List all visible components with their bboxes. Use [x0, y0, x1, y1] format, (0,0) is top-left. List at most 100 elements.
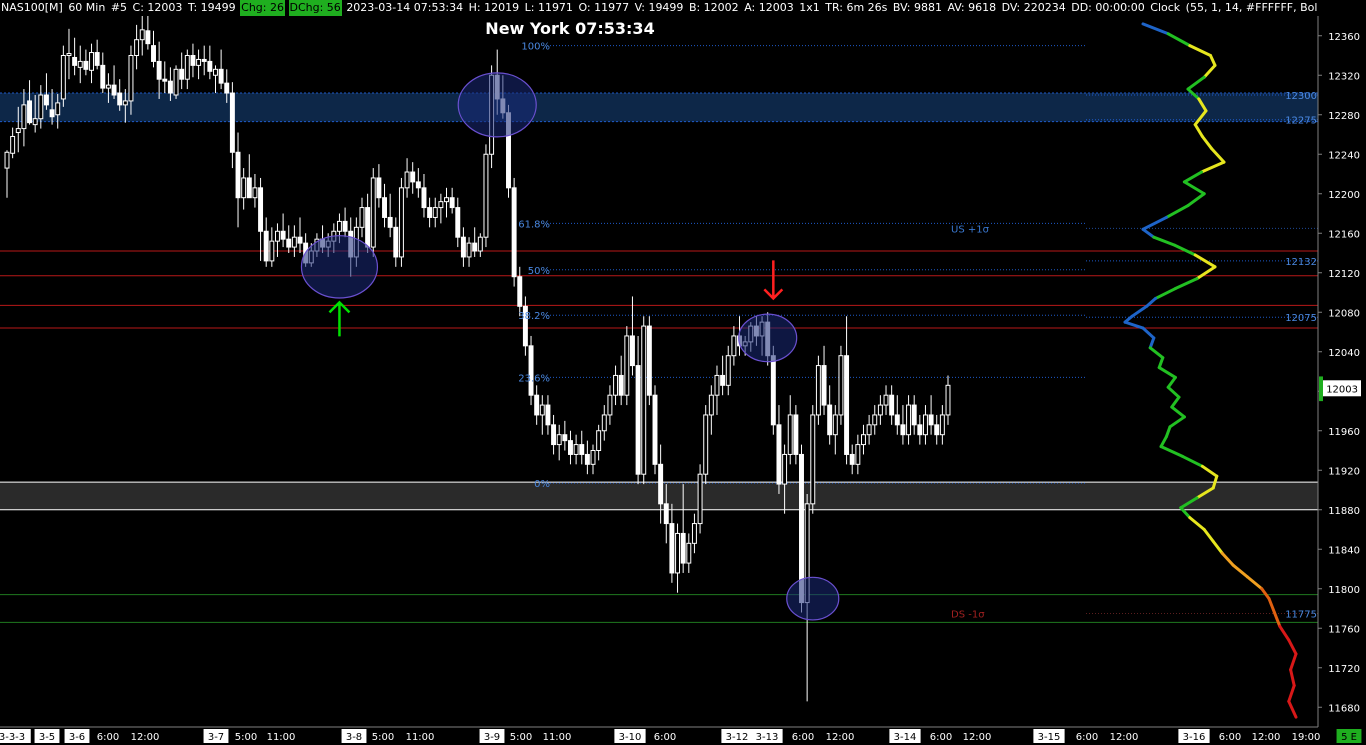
candle [145, 16, 151, 50]
candle-body-up [432, 207, 438, 218]
time-axis[interactable]: 3-3-3 3-5 3-6 6:00 12:00 3-7 5:00 11:00 3-8 5:00 1… [0, 726, 1362, 743]
price-level-label: 12300 [1285, 91, 1317, 102]
sigma-label: US +1σ [951, 224, 990, 235]
candle [928, 395, 934, 435]
low-value: L: 11971 [524, 1, 573, 14]
candle-body-up [613, 374, 619, 396]
candle-body-up [134, 39, 140, 57]
candle-body-down [528, 345, 534, 396]
candle-body-down [720, 374, 726, 386]
date-label: 3-15 [1038, 732, 1061, 743]
candle [376, 164, 382, 208]
candle [444, 187, 449, 218]
candle [545, 395, 551, 435]
volume-profile-segment [1211, 539, 1224, 555]
fib-level-label: 38.2% [518, 311, 550, 322]
candle [89, 43, 94, 84]
candle [201, 45, 207, 76]
candle [675, 523, 681, 593]
bid-volume: BV: 9881 [892, 1, 942, 14]
volume-profile-segment [1289, 668, 1296, 688]
candle [427, 197, 433, 228]
candle [43, 73, 49, 110]
open-value: O: 11977 [578, 1, 630, 14]
candle-body-down [562, 434, 568, 442]
time-remaining: TR: 6m 26s [825, 1, 888, 14]
candle [111, 65, 117, 99]
volume-profile-segment [1186, 75, 1206, 91]
candle-body-down [246, 177, 252, 199]
candle-body-up [173, 68, 179, 96]
volume-profile-segment [1200, 464, 1219, 478]
candle [590, 444, 596, 475]
last-price: C: 12003 [132, 1, 183, 14]
volume-profile-segment [1188, 44, 1212, 57]
candle-body-up [38, 94, 44, 120]
time-label: 5:00 [372, 732, 394, 743]
candle [917, 414, 923, 445]
candle-body-up [122, 100, 128, 106]
interval-label[interactable]: 60 Min [67, 0, 106, 16]
volume-profile-segment [1202, 528, 1215, 543]
volume-profile-segment [1173, 243, 1197, 257]
volume-profile-segment [1231, 563, 1249, 579]
candle-body-up [596, 430, 602, 451]
candle-body-up [184, 55, 190, 80]
volume-profile-segment [1173, 277, 1199, 291]
candle [551, 414, 557, 455]
candle-body-down [517, 276, 523, 307]
highlight-circle [786, 576, 840, 621]
time-label: 6:00 [930, 732, 952, 743]
candle-body-up [877, 404, 883, 416]
volume-profile-segment [1164, 204, 1190, 219]
volume-profile-segment [1148, 336, 1156, 350]
clock-study-params: (55, 1, 14, #FFFFFF, Bold, #000000, Late… [1185, 1, 1318, 14]
candle [652, 385, 658, 475]
candle [815, 355, 821, 425]
price-axis[interactable]: 12360 12320 12280 12240 12200 12160 12120 12080… [1317, 16, 1361, 727]
candle [460, 227, 466, 267]
date-label: 3-8 [346, 732, 362, 743]
volume-profile-segment [1202, 63, 1217, 79]
candle-body-down [201, 58, 207, 62]
candle-body-down [207, 60, 213, 72]
candle [466, 237, 472, 267]
candle-body-up [731, 335, 737, 357]
candle-body-up [590, 450, 596, 465]
volume-profile-segment [1159, 435, 1168, 449]
candle [629, 296, 635, 376]
candle [291, 225, 297, 257]
price-level-label: 12275 [1285, 116, 1317, 127]
symbol-label[interactable]: NAS100[M] [0, 0, 64, 16]
candle [241, 168, 247, 210]
candle [10, 127, 16, 159]
clock-study-name[interactable]: Clock [1149, 0, 1181, 16]
candle-body-up [466, 242, 472, 258]
price-tick-label: 12320 [1328, 71, 1360, 82]
candle [528, 335, 534, 406]
daily-change-badge: DChg: 56 [288, 0, 342, 16]
volume-profile-segment [1272, 610, 1282, 628]
candle [184, 49, 190, 90]
candle-body-down [410, 171, 416, 183]
time-label: 19:00 [1292, 732, 1321, 743]
candle [793, 405, 799, 465]
price-tick-label: 11680 [1328, 703, 1360, 714]
candle-body-up [945, 384, 951, 416]
candle-body-up [274, 230, 280, 242]
price-chart[interactable]: 100%61.8%50%38.2%23.6%0%1230012275121321… [0, 0, 1366, 745]
candle-body-up [128, 55, 134, 102]
candle [421, 174, 427, 218]
volume-profile-segment [1267, 597, 1276, 614]
candle [866, 414, 872, 445]
candle-body-up [105, 84, 111, 89]
candle [883, 385, 889, 415]
candle [669, 503, 675, 583]
volume-profile-segment [1157, 356, 1165, 370]
date-label: 3-3-3 [0, 732, 25, 743]
time-label: 12:00 [131, 732, 160, 743]
candle-body-up [855, 444, 861, 465]
date-label: 3-5 [39, 732, 55, 743]
candle-body-up [66, 53, 72, 57]
candle-body-down [286, 238, 292, 248]
